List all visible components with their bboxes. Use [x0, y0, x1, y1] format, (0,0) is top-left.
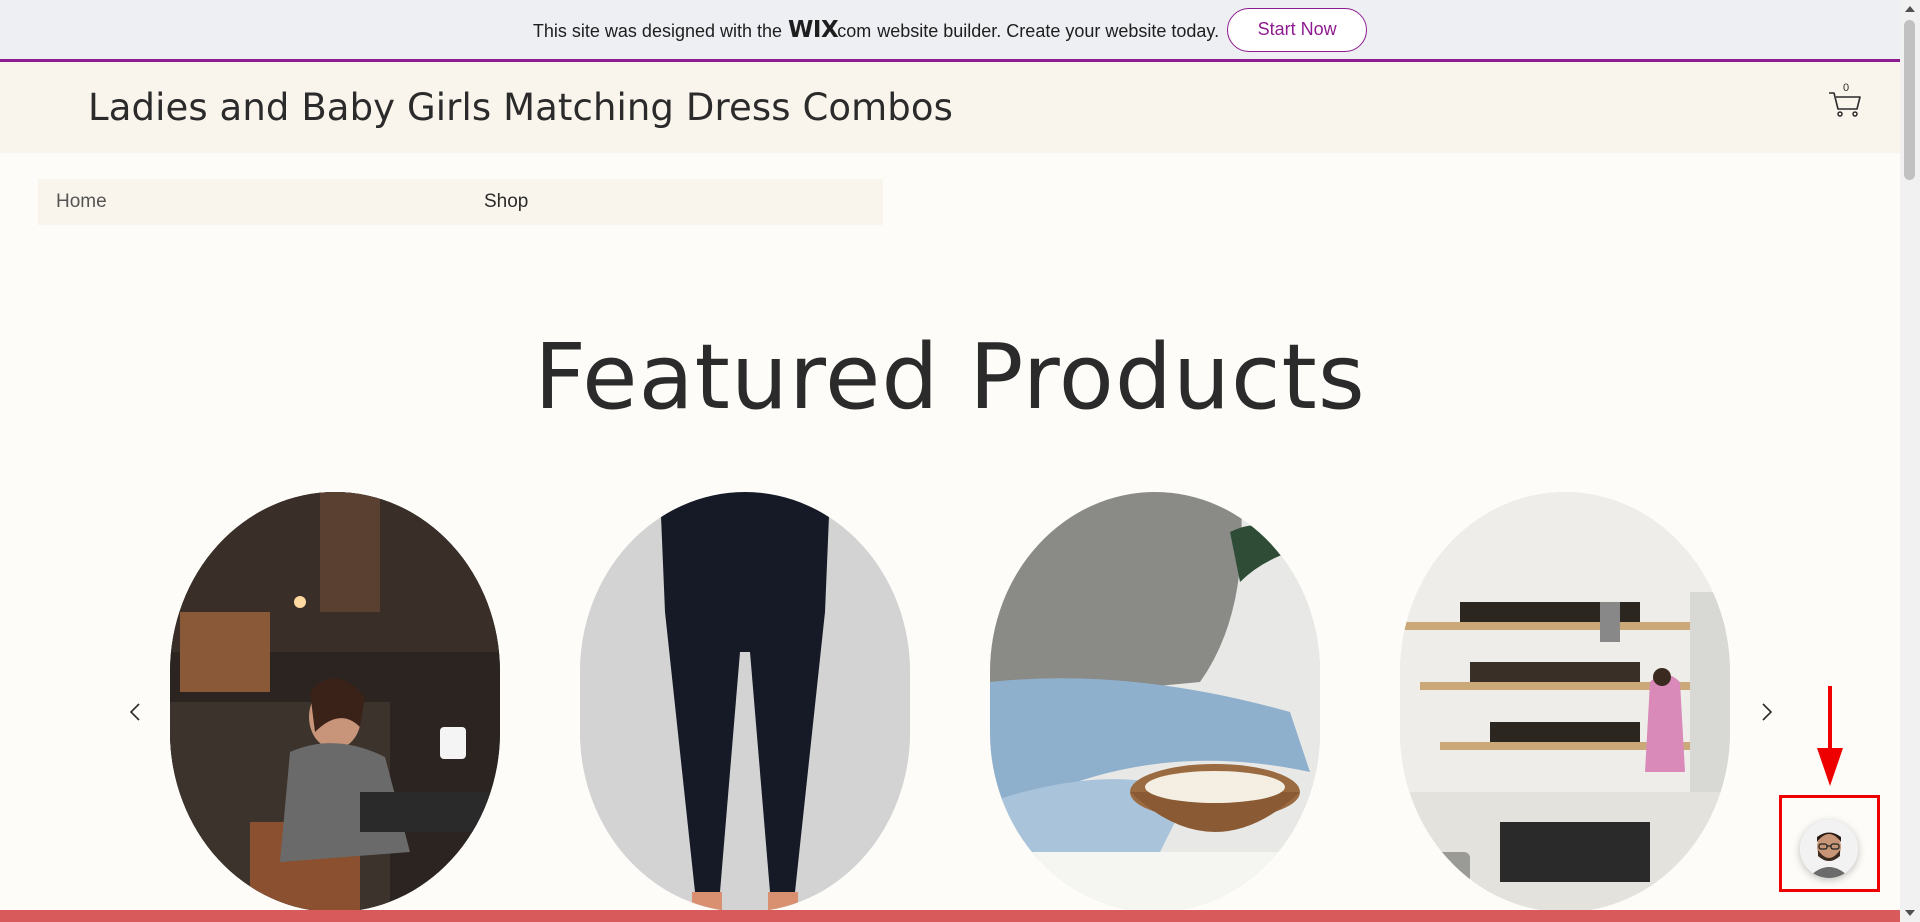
product-image-sweater-popcorn — [990, 492, 1320, 912]
carousel-next-button[interactable] — [1754, 700, 1778, 724]
next-section-edge — [0, 910, 1900, 922]
nav-item-shop[interactable]: Shop — [484, 191, 528, 213]
banner-text: This site was designed with the WIX.com … — [533, 17, 1219, 43]
banner-text-before: This site was designed with the — [532, 20, 783, 41]
product-image-shop-interior — [1400, 492, 1730, 912]
site-title[interactable]: Ladies and Baby Girls Matching Dress Com… — [88, 86, 953, 129]
nav-item-home[interactable]: Home — [56, 191, 107, 213]
scroll-down-icon[interactable] — [1905, 910, 1915, 916]
wix-promo-banner: This site was designed with the WIX.com … — [0, 0, 1900, 62]
product-image-leggings — [580, 492, 910, 912]
chat-widget-button[interactable] — [1800, 820, 1858, 878]
chevron-right-icon — [1762, 703, 1773, 721]
main-nav: Home Shop — [38, 179, 883, 225]
wix-logo: WIX.com — [788, 16, 872, 43]
scroll-up-icon[interactable] — [1905, 6, 1915, 12]
avatar-icon — [1800, 820, 1858, 878]
product-image-woman-reading — [170, 492, 500, 912]
product-card-3[interactable] — [990, 492, 1320, 912]
product-card-1[interactable] — [170, 492, 500, 912]
product-card-2[interactable] — [580, 492, 910, 912]
site-header: Ladies and Baby Girls Matching Dress Com… — [0, 62, 1900, 153]
cart-button[interactable]: 0 — [1828, 82, 1862, 118]
chevron-left-icon — [129, 703, 140, 721]
featured-products-carousel — [0, 490, 1900, 912]
banner-text-after: website builder. Create your website tod… — [877, 20, 1220, 41]
scroll-thumb[interactable] — [1904, 20, 1915, 180]
annotation-arrow-icon — [1817, 686, 1843, 786]
cart-count: 0 — [1843, 82, 1850, 94]
product-card-4[interactable] — [1400, 492, 1730, 912]
page-scrollbar[interactable] — [1900, 0, 1920, 922]
carousel-prev-button[interactable] — [124, 700, 148, 724]
featured-products-heading: Featured Products — [534, 325, 1366, 430]
start-now-button[interactable]: Start Now — [1227, 7, 1368, 52]
